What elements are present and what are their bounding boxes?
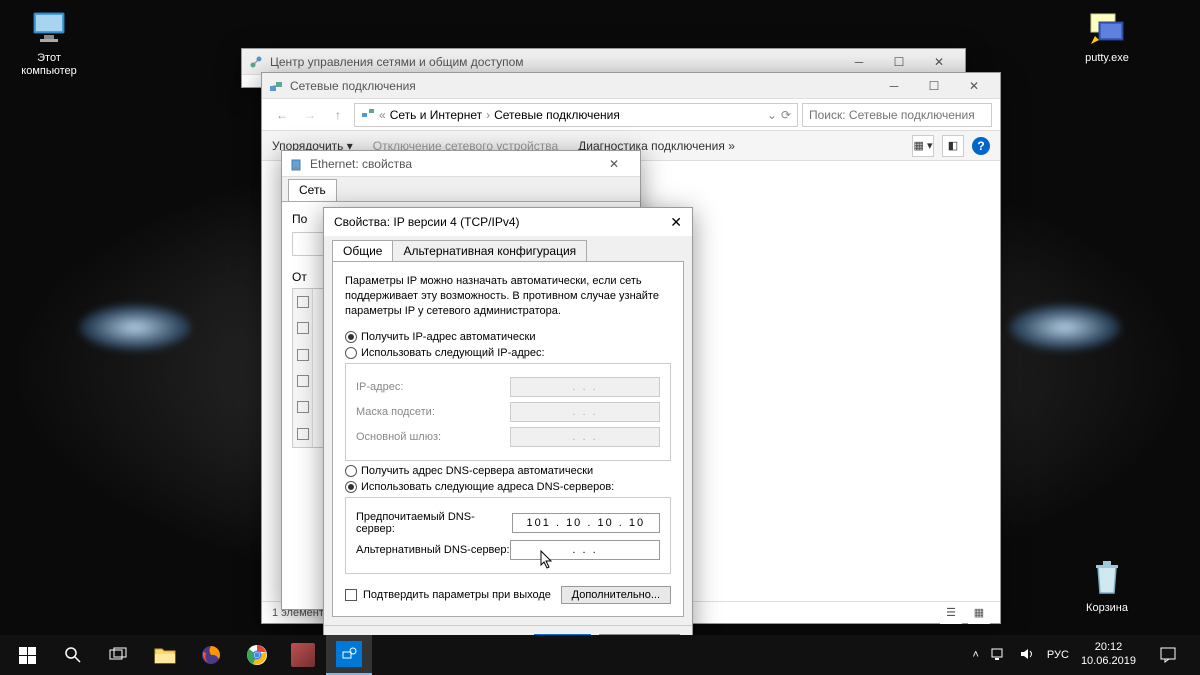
preferred-dns-input[interactable]: 101 . 10 . 10 . 10 xyxy=(512,513,660,533)
computer-icon xyxy=(29,8,69,48)
alternate-dns-label: Альтернативный DNS-сервер: xyxy=(356,544,510,556)
network-icon xyxy=(248,54,264,70)
tray-clock[interactable]: 20:12 10.06.2019 xyxy=(1081,641,1136,669)
desktop-icon-putty[interactable]: putty.exe xyxy=(1070,8,1144,65)
ip-address-input: . . . xyxy=(510,377,660,397)
tray-volume-icon[interactable] xyxy=(1019,647,1035,664)
radio-icon xyxy=(345,481,357,493)
ipv4-general-panel: Параметры IP можно назначать автоматичес… xyxy=(332,261,684,617)
tray-language[interactable]: РУС xyxy=(1047,649,1069,661)
radio-use-dns-manual[interactable]: Использовать следующие адреса DNS-сервер… xyxy=(345,481,671,493)
recycle-bin-icon xyxy=(1087,558,1127,598)
radio-icon xyxy=(345,465,357,477)
dialog-title: Свойства: IP версии 4 (TCP/IPv4) xyxy=(334,215,520,229)
tab-network[interactable]: Сеть xyxy=(288,179,337,201)
task-view-button[interactable] xyxy=(96,635,142,675)
nav-forward-button[interactable]: → xyxy=(298,103,322,127)
action-center-button[interactable] xyxy=(1148,635,1188,675)
preview-pane-button[interactable]: ◧ xyxy=(942,135,964,157)
tray-network-icon[interactable] xyxy=(991,647,1007,664)
close-button[interactable]: ✕ xyxy=(919,49,959,75)
network-connections-icon xyxy=(268,78,284,94)
alternate-dns-input[interactable]: . . . xyxy=(510,540,660,560)
radio-obtain-dns-auto[interactable]: Получить адрес DNS-сервера автоматически xyxy=(345,465,671,477)
minimize-button[interactable]: ─ xyxy=(839,49,879,75)
validate-label: Подтвердить параметры при выходе xyxy=(363,589,551,601)
validate-checkbox[interactable] xyxy=(345,589,357,601)
nav-back-button[interactable]: ← xyxy=(270,103,294,127)
tray-expand-icon[interactable]: ˄ xyxy=(972,649,978,661)
desktop-icon-label: putty.exe xyxy=(1070,52,1144,65)
window-title: Центр управления сетями и общим доступом xyxy=(270,55,839,69)
close-button[interactable]: ✕ xyxy=(594,151,634,177)
taskbar-file-explorer[interactable] xyxy=(142,635,188,675)
dns-fields-group: Предпочитаемый DNS-сервер: 101 . 10 . 10… xyxy=(345,497,671,574)
view-options-button[interactable]: ▦ ▾ xyxy=(912,135,934,157)
gateway-input: . . . xyxy=(510,427,660,447)
window-title: Сетевые подключения xyxy=(290,79,874,93)
desktop-icon-this-pc[interactable]: Этот компьютер xyxy=(12,8,86,78)
ip-address-label: IP-адрес: xyxy=(356,381,403,393)
close-button[interactable]: ✕ xyxy=(954,73,994,99)
subnet-mask-input: . . . xyxy=(510,402,660,422)
search-button[interactable] xyxy=(50,635,96,675)
desktop-icon-recycle-bin[interactable]: Корзина xyxy=(1070,558,1144,615)
taskbar-app-pinned[interactable] xyxy=(280,635,326,675)
chevron-right-icon: › xyxy=(486,108,490,122)
tab-alternate-config[interactable]: Альтернативная конфигурация xyxy=(393,240,587,262)
address-toolbar: ← → ↑ « Сеть и Интернет › Сетевые подклю… xyxy=(262,99,1000,131)
taskbar-settings[interactable] xyxy=(326,635,372,675)
minimize-button[interactable]: ─ xyxy=(874,73,914,99)
desktop-icon-label: Этот компьютер xyxy=(12,52,86,78)
ip-fields-group: IP-адрес: . . . Маска подсети: . . . Осн… xyxy=(345,363,671,461)
nav-up-button[interactable]: ↑ xyxy=(326,103,350,127)
dropdown-icon[interactable]: ⌄ xyxy=(767,108,777,122)
desktop-icon-label: Корзина xyxy=(1070,602,1144,615)
tab-general[interactable]: Общие xyxy=(332,240,393,262)
system-tray: ˄ РУС 20:12 10.06.2019 xyxy=(972,635,1196,675)
close-button[interactable]: ✕ xyxy=(670,214,682,231)
maximize-button[interactable]: ☐ xyxy=(879,49,919,75)
details-view-icon[interactable]: ☰ xyxy=(940,602,962,624)
start-button[interactable] xyxy=(4,635,50,675)
advanced-button[interactable]: Дополнительно... xyxy=(561,586,671,604)
large-icons-view-icon[interactable]: ▦ xyxy=(968,602,990,624)
taskbar[interactable]: ˄ РУС 20:12 10.06.2019 xyxy=(0,635,1200,675)
desktop[interactable]: Этот компьютер putty.exe Корзина Центр у… xyxy=(0,0,1200,675)
radio-icon xyxy=(345,331,357,343)
subnet-mask-label: Маска подсети: xyxy=(356,406,435,418)
search-input[interactable] xyxy=(802,103,992,127)
chevron-right-icon: « xyxy=(379,108,386,122)
taskbar-chrome[interactable] xyxy=(234,635,280,675)
radio-use-ip-manual[interactable]: Использовать следующий IP-адрес: xyxy=(345,347,671,359)
breadcrumb-segment[interactable]: Сеть и Интернет xyxy=(390,108,482,122)
breadcrumb-segment[interactable]: Сетевые подключения xyxy=(494,108,620,122)
radio-icon xyxy=(345,347,357,359)
window-title: Ethernet: свойства xyxy=(310,157,594,171)
preferred-dns-label: Предпочитаемый DNS-сервер: xyxy=(356,511,512,535)
gateway-label: Основной шлюз: xyxy=(356,431,441,443)
refresh-icon[interactable]: ⟳ xyxy=(781,108,791,122)
radio-obtain-ip-auto[interactable]: Получить IP-адрес автоматически xyxy=(345,331,671,343)
maximize-button[interactable]: ☐ xyxy=(914,73,954,99)
taskbar-firefox[interactable] xyxy=(188,635,234,675)
breadcrumb[interactable]: « Сеть и Интернет › Сетевые подключения … xyxy=(354,103,798,127)
help-icon[interactable]: ? xyxy=(972,137,990,155)
ethernet-icon xyxy=(288,156,304,172)
dialog-ipv4-properties[interactable]: Свойства: IP версии 4 (TCP/IPv4) ✕ Общие… xyxy=(323,207,693,639)
ipv4-description: Параметры IP можно назначать автоматичес… xyxy=(345,274,671,319)
putty-icon xyxy=(1087,8,1127,48)
network-icon xyxy=(361,106,375,123)
